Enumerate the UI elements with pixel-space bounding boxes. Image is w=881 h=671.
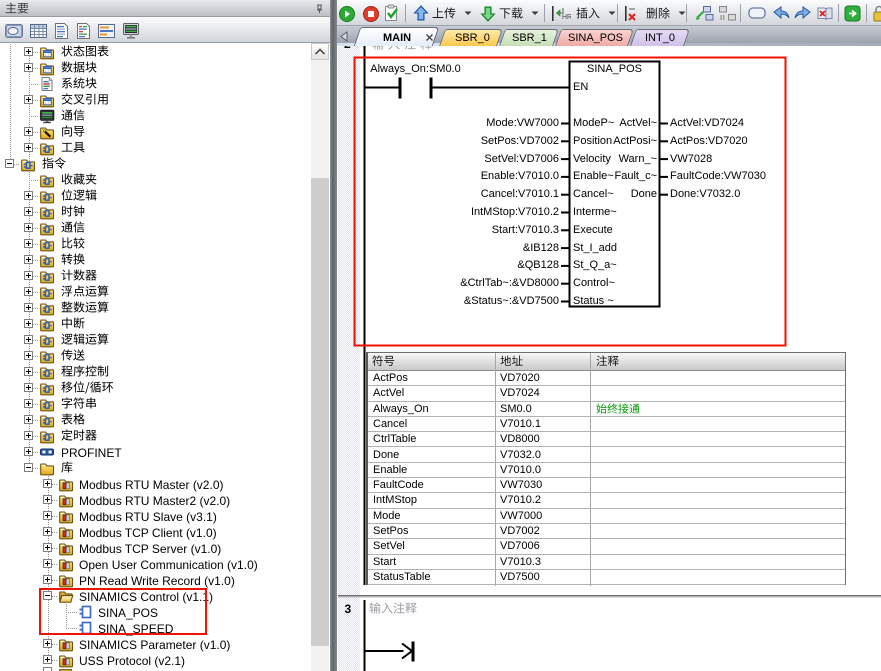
svg-text:HR: HR: [562, 14, 571, 21]
